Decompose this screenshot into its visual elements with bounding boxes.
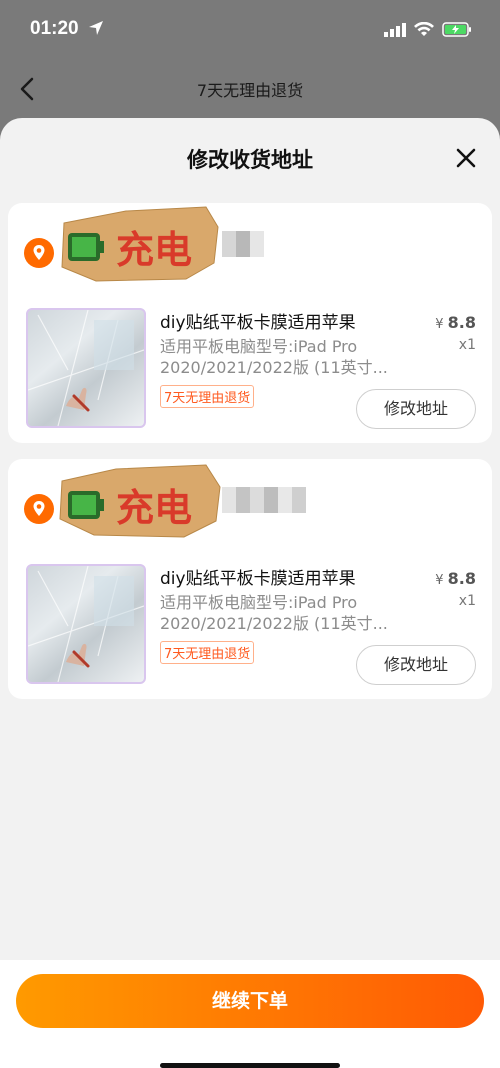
product-spec-line: 适用平板电脑型号:iPad Pro <box>160 593 358 612</box>
order-card: 充电 diy贴纸平板卡膜适用苹果 适用平板电脑型号:iPad Pro 2020/… <box>8 203 492 443</box>
sticker-text: 充电 <box>116 228 192 272</box>
home-indicator <box>160 1063 340 1068</box>
location-pin-icon <box>24 238 54 268</box>
status-bar: 01:20 <box>0 0 500 62</box>
edit-address-button[interactable]: 修改地址 <box>356 645 476 685</box>
status-time: 01:20 <box>30 18 79 39</box>
quantity: x1 <box>458 337 476 353</box>
price-symbol: ¥ <box>435 573 444 588</box>
edit-address-button[interactable]: 修改地址 <box>356 389 476 429</box>
sheet-title: 修改收货地址 <box>187 148 313 172</box>
product-thumbnail[interactable] <box>26 308 146 428</box>
product-spec: 适用平板电脑型号:iPad Pro 2020/2021/2022版 (11英寸.… <box>160 336 408 378</box>
address-sticker: 充电 <box>56 203 226 285</box>
product-spec-line: 适用平板电脑型号:iPad Pro <box>160 337 358 356</box>
nav-bar: 7天无理由退货 <box>0 62 500 117</box>
wifi-icon <box>414 21 434 41</box>
product-spec: 适用平板电脑型号:iPad Pro 2020/2021/2022版 (11英寸.… <box>160 592 408 634</box>
product-spec-line: 2020/2021/2022版 (11英寸... <box>160 614 388 633</box>
sticker-text: 充电 <box>116 486 192 530</box>
return-policy-badge: 7天无理由退货 <box>160 385 255 408</box>
quantity: x1 <box>458 593 476 609</box>
price-symbol: ¥ <box>435 317 444 332</box>
continue-order-button[interactable]: 继续下单 <box>16 974 484 1028</box>
battery-charging-icon <box>442 22 472 41</box>
price-value: 8.8 <box>447 313 476 332</box>
price-value: 8.8 <box>447 569 476 588</box>
price: ¥ 8.8 <box>435 569 476 588</box>
product-thumbnail[interactable] <box>26 564 146 684</box>
address-sheet: 修改收货地址 充电 diy贴纸平板卡膜适用苹果 适用平板电脑型号:iPad Pr… <box>0 118 500 1068</box>
page-title: 7天无理由退货 <box>196 81 304 100</box>
address-sticker: 充电 <box>56 459 226 541</box>
close-icon[interactable] <box>454 146 478 170</box>
location-pin-icon <box>24 494 54 524</box>
return-policy-badge: 7天无理由退货 <box>160 641 255 664</box>
order-card: 充电 diy贴纸平板卡膜适用苹果 适用平板电脑型号:iPad Pro 2020/… <box>8 459 492 699</box>
blurred-address <box>222 231 264 257</box>
bottom-action-bar: 继续下单 <box>0 960 500 1068</box>
product-title[interactable]: diy贴纸平板卡膜适用苹果 <box>160 564 356 589</box>
price: ¥ 8.8 <box>435 313 476 332</box>
signal-icon <box>384 22 406 41</box>
blurred-address <box>222 487 306 513</box>
location-arrow-icon <box>88 20 104 40</box>
product-spec-line: 2020/2021/2022版 (11英寸... <box>160 358 388 377</box>
product-title[interactable]: diy贴纸平板卡膜适用苹果 <box>160 308 356 333</box>
